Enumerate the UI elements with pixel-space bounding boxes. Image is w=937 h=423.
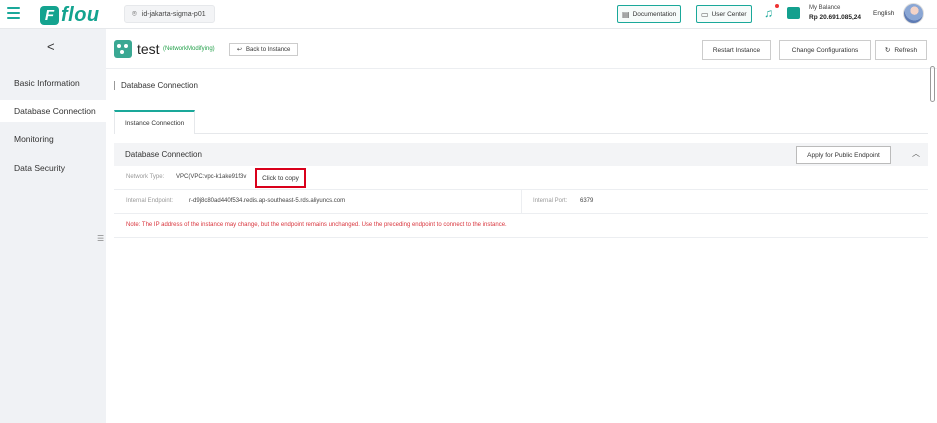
scrollbar[interactable]: [930, 66, 935, 102]
logo-mark: F: [40, 6, 59, 25]
back-arrow-icon: ↩: [237, 47, 243, 53]
balance-display[interactable]: My Balance Rp 20.691.085,24: [809, 4, 861, 22]
back-to-instance-button[interactable]: ↩ Back to Instance: [229, 43, 299, 56]
internal-port-label: Internal Port:: [533, 198, 568, 204]
instance-header: test (NetworkModifying) ↩ Back to Instan…: [106, 29, 937, 69]
refresh-icon: ↻: [884, 47, 891, 54]
user-center-icon: ▭: [701, 9, 709, 19]
sidebar-item-data-security[interactable]: Data Security: [0, 157, 106, 179]
sidebar: < Basic Information Database Connection …: [0, 29, 106, 423]
collapse-chevron-icon[interactable]: ︿: [912, 148, 920, 159]
internal-endpoint-label: Internal Endpoint:: [126, 198, 174, 204]
sidebar-collapse-handle-icon[interactable]: ☰: [97, 234, 104, 243]
user-center-label: User Center: [711, 10, 747, 18]
panel-title: Database Connection: [125, 150, 202, 159]
panel-header: Database Connection Apply for Public End…: [114, 143, 928, 166]
logo-text: flou: [61, 4, 100, 26]
sidebar-item-basic-information[interactable]: Basic Information: [0, 72, 106, 94]
bell-icon[interactable]: ♫: [764, 6, 773, 20]
page-title: Database Connection: [114, 81, 198, 90]
internal-endpoint-value[interactable]: r-d9j8c80ad440f534.redis.ap-southeast-5.…: [189, 198, 345, 204]
endpoint-row: Internal Endpoint: r-d9j8c80ad440f534.re…: [114, 190, 928, 214]
user-center-button[interactable]: ▭ User Center: [696, 5, 752, 23]
notification-dot: [775, 4, 779, 8]
region-label: id-jakarta-sigma-p01: [141, 10, 206, 18]
instance-name: test: [137, 41, 160, 57]
menu-icon[interactable]: [7, 7, 20, 19]
location-pin-icon: ⌾: [132, 9, 137, 18]
documentation-button[interactable]: ▤ Documentation: [617, 5, 682, 23]
click-to-copy-button[interactable]: Click to copy: [255, 168, 306, 188]
restart-instance-button[interactable]: Restart Instance: [702, 40, 771, 60]
wallet-icon[interactable]: [787, 7, 800, 19]
tab-bar: Instance Connection: [114, 110, 928, 134]
balance-label: My Balance: [809, 5, 841, 11]
sidebar-item-database-connection[interactable]: Database Connection: [0, 100, 106, 122]
avatar[interactable]: [903, 3, 924, 24]
internal-port-value: 6379: [580, 198, 594, 204]
documentation-label: Documentation: [632, 10, 677, 18]
top-navigation-bar: F flou ⌾ id-jakarta-sigma-p01 ▤ Document…: [0, 0, 937, 29]
network-type-row: Network Type: VPC(VPC:vpc-k1ake91f3v: [114, 166, 928, 190]
back-to-instance-label: Back to Instance: [246, 46, 291, 53]
refresh-label: Refresh: [894, 46, 918, 54]
apply-public-endpoint-button[interactable]: Apply for Public Endpoint: [796, 146, 891, 164]
balance-value: Rp 20.691.085,24: [809, 14, 862, 21]
note-text: Note: The IP address of the instance may…: [126, 222, 507, 228]
instance-icon: [114, 40, 132, 58]
instance-status: (NetworkModifying): [163, 46, 215, 52]
network-type-label: Network Type:: [126, 174, 165, 180]
network-type-value: VPC(VPC:vpc-k1ake91f3v: [176, 174, 247, 180]
database-connection-panel: Database Connection Apply for Public End…: [114, 143, 928, 238]
main-content: test (NetworkModifying) ↩ Back to Instan…: [106, 29, 937, 423]
change-configurations-button[interactable]: Change Configurations: [779, 40, 871, 60]
sidebar-item-monitoring[interactable]: Monitoring: [0, 128, 106, 150]
back-chevron-icon[interactable]: <: [47, 39, 55, 54]
logo[interactable]: F flou: [40, 4, 100, 27]
note-row: Note: The IP address of the instance may…: [114, 214, 928, 238]
column-divider: [521, 190, 522, 214]
language-selector[interactable]: English: [873, 10, 894, 17]
tab-instance-connection[interactable]: Instance Connection: [114, 110, 196, 134]
region-selector[interactable]: ⌾ id-jakarta-sigma-p01: [124, 5, 215, 23]
refresh-button[interactable]: ↻ Refresh: [875, 40, 927, 60]
document-icon: ▤: [622, 9, 630, 19]
